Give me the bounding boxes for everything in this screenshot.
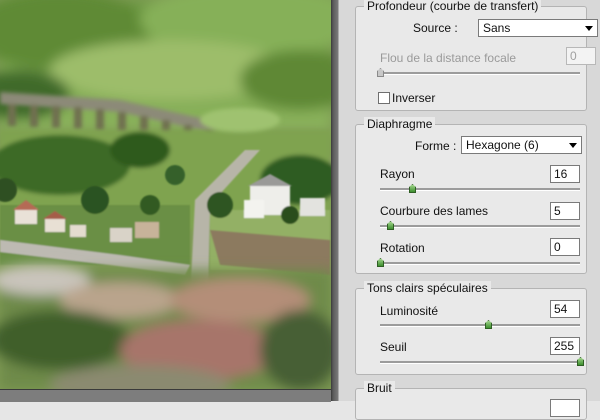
blur-focal-distance-label: Flou de la distance focale [380, 51, 517, 65]
noise-group: Bruit [355, 381, 587, 420]
noise-amount-field[interactable] [550, 399, 580, 417]
canvas-bottom-bar [0, 389, 331, 402]
radius-label: Rayon [380, 167, 415, 181]
noise-group-title: Bruit [364, 381, 395, 395]
rotation-slider-thumb[interactable] [377, 258, 384, 267]
chevron-down-icon [565, 137, 581, 153]
blade-curvature-slider-thumb[interactable] [387, 221, 394, 230]
source-dropdown[interactable]: Sans [478, 19, 598, 37]
radius-slider-thumb[interactable] [409, 184, 416, 193]
threshold-slider-thumb[interactable] [577, 357, 584, 366]
blur-focal-distance-slider-thumb[interactable] [377, 68, 384, 77]
blade-curvature-slider[interactable] [380, 221, 580, 230]
threshold-field[interactable]: 255 [550, 337, 580, 355]
lens-blur-preview-image [0, 0, 331, 389]
source-label: Source : [413, 21, 458, 35]
specular-highlights-group-title: Tons clairs spéculaires [364, 281, 491, 295]
rotation-field[interactable]: 0 [550, 238, 580, 256]
threshold-label: Seuil [380, 340, 407, 354]
invert-checkbox[interactable] [378, 92, 390, 104]
shape-label: Forme : [415, 139, 457, 153]
brightness-slider-thumb[interactable] [485, 320, 492, 329]
shape-dropdown-value: Hexagone (6) [466, 138, 539, 152]
invert-label: Inverser [392, 91, 436, 105]
depth-map-group: Profondeur (courbe de transfert) Source … [355, 0, 598, 111]
source-dropdown-value: Sans [483, 21, 511, 35]
radius-slider[interactable] [380, 184, 580, 193]
chevron-down-icon [581, 20, 597, 36]
canvas-scroll-edge [331, 0, 338, 401]
iris-group: Diaphragme Forme : Hexagone (6) Rayon 16… [355, 117, 587, 274]
specular-highlights-group: Tons clairs spéculaires Luminosité 54 Se… [355, 281, 587, 375]
blur-focal-distance-field[interactable]: 0 [566, 47, 596, 65]
threshold-slider[interactable] [380, 357, 584, 366]
blade-curvature-label: Courbure des lames [380, 204, 489, 218]
canvas-area [0, 0, 338, 402]
radius-field[interactable]: 16 [550, 165, 580, 183]
rotation-slider[interactable] [377, 258, 580, 267]
rotation-label: Rotation [380, 241, 425, 255]
photo-landscape-tilt-shift [0, 0, 331, 389]
blade-curvature-field[interactable]: 5 [550, 202, 580, 220]
lens-blur-settings-panel: Profondeur (courbe de transfert) Source … [338, 0, 600, 420]
blur-focal-distance-slider[interactable] [377, 68, 580, 77]
brightness-field[interactable]: 54 [550, 300, 580, 318]
iris-group-title: Diaphragme [364, 117, 436, 131]
depth-map-group-title: Profondeur (courbe de transfert) [364, 0, 542, 13]
shape-dropdown[interactable]: Hexagone (6) [461, 136, 582, 154]
brightness-slider[interactable] [380, 320, 580, 329]
brightness-label: Luminosité [380, 304, 439, 318]
